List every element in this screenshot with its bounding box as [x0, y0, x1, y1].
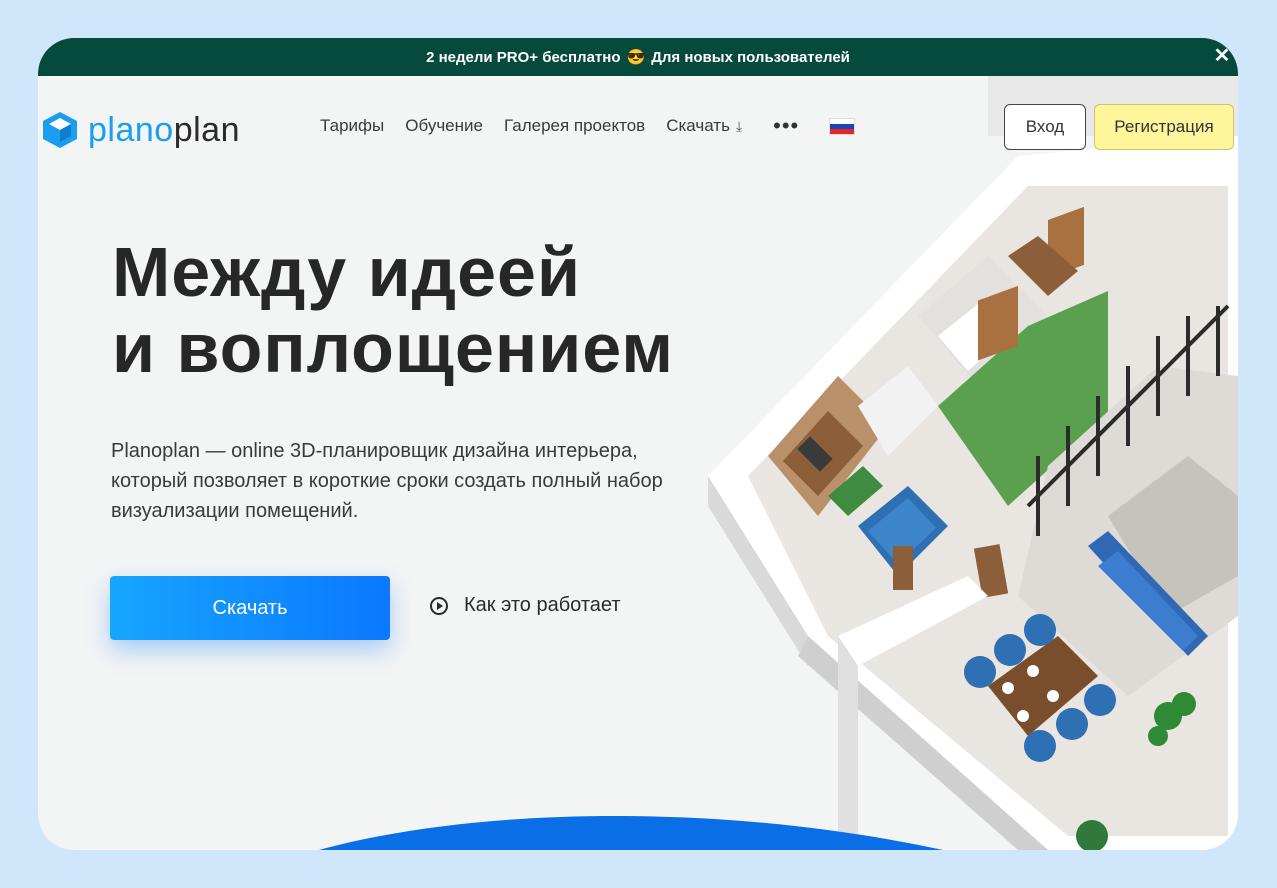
apartment-3d-illustration	[708, 76, 1238, 850]
hero-title: Между идеей и воплощением	[112, 234, 674, 386]
how-it-works-link[interactable]: Как это работает	[430, 594, 621, 617]
promo-text-sub: Для новых пользователей	[651, 48, 850, 66]
logo-cube-icon	[43, 112, 77, 148]
hero-title-line2: и воплощением	[112, 309, 675, 387]
top-navigation: planoplan Тарифы Обучение Галерея проект…	[38, 76, 1238, 176]
nav-item-pricing[interactable]: Тарифы	[320, 116, 384, 136]
hero-title-line1: Между идеей	[112, 233, 581, 311]
logo-text-part1: plano	[88, 111, 174, 149]
how-it-works-label: Как это работает	[464, 594, 621, 616]
main-menu: Тарифы Обучение Галерея проектов Скачать…	[320, 115, 856, 137]
register-button[interactable]: Регистрация	[1094, 104, 1234, 150]
promo-text-main: 2 недели PRO+ бесплатно	[426, 48, 621, 66]
close-icon[interactable]: ✕	[1210, 44, 1234, 68]
nav-label-learning: Обучение	[405, 116, 483, 135]
nav-item-learning[interactable]: Обучение	[405, 116, 483, 136]
sunglasses-emoji-icon: 😎	[626, 49, 646, 66]
play-icon	[430, 596, 448, 615]
login-button[interactable]: Вход	[1004, 104, 1086, 150]
nav-item-download[interactable]: Скачать ⤓	[666, 116, 742, 136]
page-card: 2 недели PRO+ бесплатно 😎 Для новых поль…	[38, 38, 1238, 850]
nav-label-gallery: Галерея проектов	[503, 116, 646, 135]
russia-flag-icon[interactable]	[829, 117, 856, 135]
logo-text-part2: plan	[173, 111, 240, 149]
nav-label-download: Скачать	[666, 116, 730, 135]
hero-description: Planoplan — online 3D-планировщик дизайн…	[111, 440, 663, 522]
more-menu-icon[interactable]: •••	[773, 115, 799, 137]
promo-banner[interactable]: 2 недели PRO+ бесплатно 😎 Для новых поль…	[38, 38, 1238, 76]
decorative-wave	[319, 815, 943, 850]
nav-item-gallery[interactable]: Галерея проектов	[504, 116, 645, 136]
planoplan-logo[interactable]: planoplan	[40, 110, 240, 150]
download-button[interactable]: Скачать	[110, 576, 390, 640]
nav-label-pricing: Тарифы	[320, 116, 385, 135]
download-icon: ⤓	[735, 117, 743, 134]
